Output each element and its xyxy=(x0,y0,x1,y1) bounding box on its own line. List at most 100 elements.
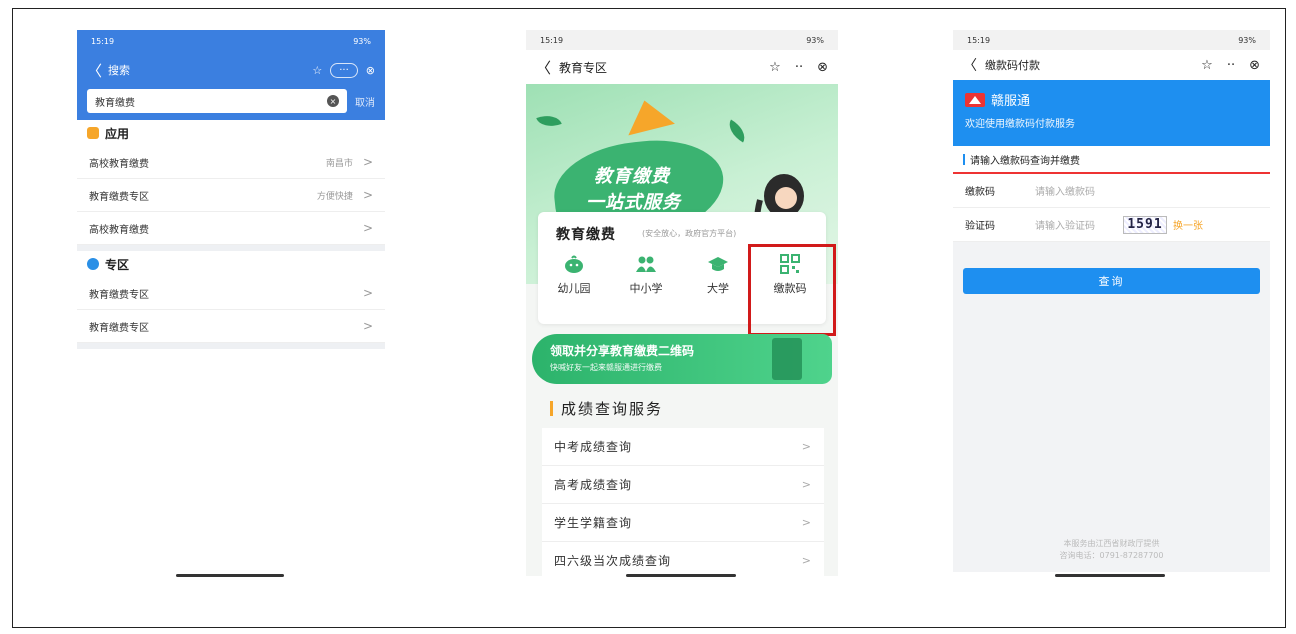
list-item[interactable]: 中考成绩查询 > xyxy=(542,428,824,466)
card-subtitle: (安全放心，政府官方平台) xyxy=(642,229,737,238)
chevron-right-icon: > xyxy=(362,188,373,202)
verify-code-field[interactable]: 验证码 请输入验证码 1591 换一张 xyxy=(953,208,1270,242)
more-icon[interactable]: ·· xyxy=(795,60,803,75)
chevron-right-icon: > xyxy=(801,516,812,529)
status-battery: 93% xyxy=(806,35,824,45)
list-item[interactable]: 高校教育缴费 > xyxy=(77,212,385,245)
highlight-box xyxy=(748,244,836,336)
status-bar: 15:19 93% xyxy=(526,30,838,50)
list-item-label: 四六级当次成绩查询 xyxy=(554,554,672,568)
status-bar: 15:19 93% xyxy=(953,30,1270,50)
section-label: 成绩查询服务 xyxy=(561,400,664,418)
back-icon[interactable]: 〈 xyxy=(963,55,977,75)
payment-code-screen: 15:19 93% 〈 缴款码付款 ☆ ·· ⊗ 赣服通 欢迎使用缴款码付款服务… xyxy=(953,30,1270,572)
zone-section-title: 专区 xyxy=(77,251,385,277)
apps-section-title: 应用 xyxy=(77,120,385,146)
chevron-right-icon: > xyxy=(801,554,812,567)
primary-school-button[interactable]: 中小学 xyxy=(610,254,682,296)
back-icon[interactable]: 〈 xyxy=(536,57,551,78)
list-item-label: 高校教育缴费 xyxy=(89,224,149,236)
form-title: 请输入缴款码查询并缴费 xyxy=(953,146,1270,174)
banner-title: 教育缴费 xyxy=(594,166,670,187)
list-item[interactable]: 教育缴费专区 方便快捷 > xyxy=(77,179,385,212)
star-icon[interactable]: ☆ xyxy=(312,64,322,77)
refresh-captcha-link[interactable]: 换一张 xyxy=(1173,217,1203,232)
payment-code-input[interactable]: 请输入缴款码 xyxy=(1035,183,1095,198)
chevron-right-icon: > xyxy=(362,286,373,300)
list-item-label: 中考成绩查询 xyxy=(554,440,633,454)
form-title-text: 请输入缴款码查询并缴费 xyxy=(970,155,1080,167)
search-screen: 15:19 93% 〈 搜索 ☆ ··· ⊗ 教育缴费 × 取消 应用 高校教育… xyxy=(77,30,385,352)
payment-code-field[interactable]: 缴款码 请输入缴款码 xyxy=(953,174,1270,208)
chevron-right-icon: > xyxy=(362,319,373,333)
welcome-text: 欢迎使用缴款码付款服务 xyxy=(965,119,1075,130)
list-item[interactable]: 高校教育缴费 南昌市 > xyxy=(77,146,385,179)
page-title: 教育专区 xyxy=(559,60,608,75)
close-icon[interactable]: ⊗ xyxy=(817,60,828,75)
apps-section-label: 应用 xyxy=(105,126,130,141)
payment-code-label: 缴款码 xyxy=(965,187,995,198)
star-icon[interactable]: ☆ xyxy=(769,60,781,75)
more-button[interactable]: ··· xyxy=(330,62,358,78)
status-bar: 15:19 93% xyxy=(77,30,385,52)
verify-code-input[interactable]: 请输入验证码 xyxy=(1035,217,1095,232)
list-item[interactable]: 高考成绩查询 > xyxy=(542,466,824,504)
ganfutong-logo-icon xyxy=(965,92,985,107)
title-accent xyxy=(963,153,965,165)
kindergarten-label: 幼儿园 xyxy=(557,282,591,295)
status-battery: 93% xyxy=(353,36,371,46)
back-icon[interactable]: 〈 xyxy=(87,60,102,81)
service-header: 赣服通 欢迎使用缴款码付款服务 xyxy=(953,80,1270,146)
university-label: 大学 xyxy=(707,282,729,295)
primary-school-label: 中小学 xyxy=(629,282,663,295)
list-item-meta: 南昌市 xyxy=(325,158,353,169)
share-qr-banner[interactable]: 领取并分享教育缴费二维码 快喊好友一起来赣服通进行缴费 xyxy=(532,334,832,384)
list-item-label: 高校教育缴费 xyxy=(89,158,149,170)
university-button[interactable]: 大学 xyxy=(682,254,754,296)
chevron-right-icon: > xyxy=(362,155,373,169)
zone-section-label: 专区 xyxy=(105,257,130,272)
star-icon[interactable]: ☆ xyxy=(1201,58,1213,73)
status-battery: 93% xyxy=(1238,35,1256,45)
page-title: 缴款码付款 xyxy=(985,59,1040,72)
clear-icon[interactable]: × xyxy=(327,95,339,107)
kindergarten-button[interactable]: 幼儿园 xyxy=(538,254,610,296)
kindergarten-icon xyxy=(563,254,585,274)
list-item-meta: 方便快捷 xyxy=(316,191,353,202)
students-icon xyxy=(635,254,657,274)
apps-icon xyxy=(87,127,99,139)
graduation-cap-icon xyxy=(707,254,729,274)
card-title: 教育缴费 xyxy=(556,227,616,243)
list-item[interactable]: 教育缴费专区 > xyxy=(77,277,385,310)
page-title: 搜索 xyxy=(108,64,131,77)
list-item-label: 教育缴费专区 xyxy=(89,322,149,334)
list-item-label: 高考成绩查询 xyxy=(554,478,633,492)
banner-subtitle: 一站式服务 xyxy=(586,192,681,213)
list-item-label: 学生学籍查询 xyxy=(554,516,633,530)
cancel-button[interactable]: 取消 xyxy=(355,94,375,109)
search-input[interactable]: 教育缴费 × xyxy=(87,89,347,113)
status-time: 15:19 xyxy=(540,35,564,45)
home-indicator xyxy=(626,574,736,577)
search-input-value: 教育缴费 xyxy=(95,97,135,109)
brand-name: 赣服通 xyxy=(991,94,1031,109)
leaf-icon xyxy=(536,110,562,132)
query-button[interactable]: 查询 xyxy=(963,268,1260,294)
section-accent xyxy=(550,401,553,416)
score-list: 中考成绩查询 > 高考成绩查询 > 学生学籍查询 > 四六级当次成绩查询 > xyxy=(542,428,824,576)
more-icon[interactable]: ·· xyxy=(1227,58,1235,73)
nav-bar: 〈 教育专区 ☆ ·· ⊗ xyxy=(526,50,838,84)
status-time: 15:19 xyxy=(967,35,991,45)
list-item[interactable]: 教育缴费专区 > xyxy=(77,310,385,343)
chevron-right-icon: > xyxy=(801,440,812,453)
chevron-right-icon: > xyxy=(362,221,373,235)
education-zone-screen: 15:19 93% 〈 教育专区 ☆ ·· ⊗ 教育缴费 一站式服务 教育缴费 … xyxy=(526,30,838,576)
search-row: 教育缴费 × 取消 xyxy=(77,88,385,120)
close-icon[interactable]: ⊗ xyxy=(366,64,375,77)
list-item[interactable]: 四六级当次成绩查询 > xyxy=(542,542,824,576)
captcha-image: 1591 xyxy=(1123,215,1167,234)
nav-bar: 〈 缴款码付款 ☆ ·· ⊗ xyxy=(953,50,1270,80)
home-indicator xyxy=(1055,574,1165,577)
list-item[interactable]: 学生学籍查询 > xyxy=(542,504,824,542)
close-icon[interactable]: ⊗ xyxy=(1249,58,1260,73)
